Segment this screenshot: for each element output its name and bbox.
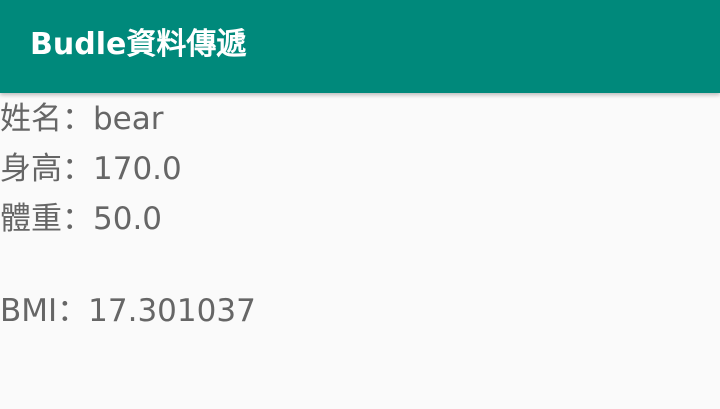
app-toolbar: Budle資料傳遞 (0, 0, 720, 93)
main-content: 姓名：bear 身高：170.0 體重：50.0 BMI：17.301037 (0, 93, 720, 409)
name-text: 姓名：bear (0, 101, 164, 137)
bmi-result-text: BMI：17.301037 (0, 293, 256, 329)
height-text: 身高：170.0 (0, 151, 182, 187)
app-title: Budle資料傳遞 (30, 27, 247, 62)
weight-text: 體重：50.0 (0, 201, 163, 237)
